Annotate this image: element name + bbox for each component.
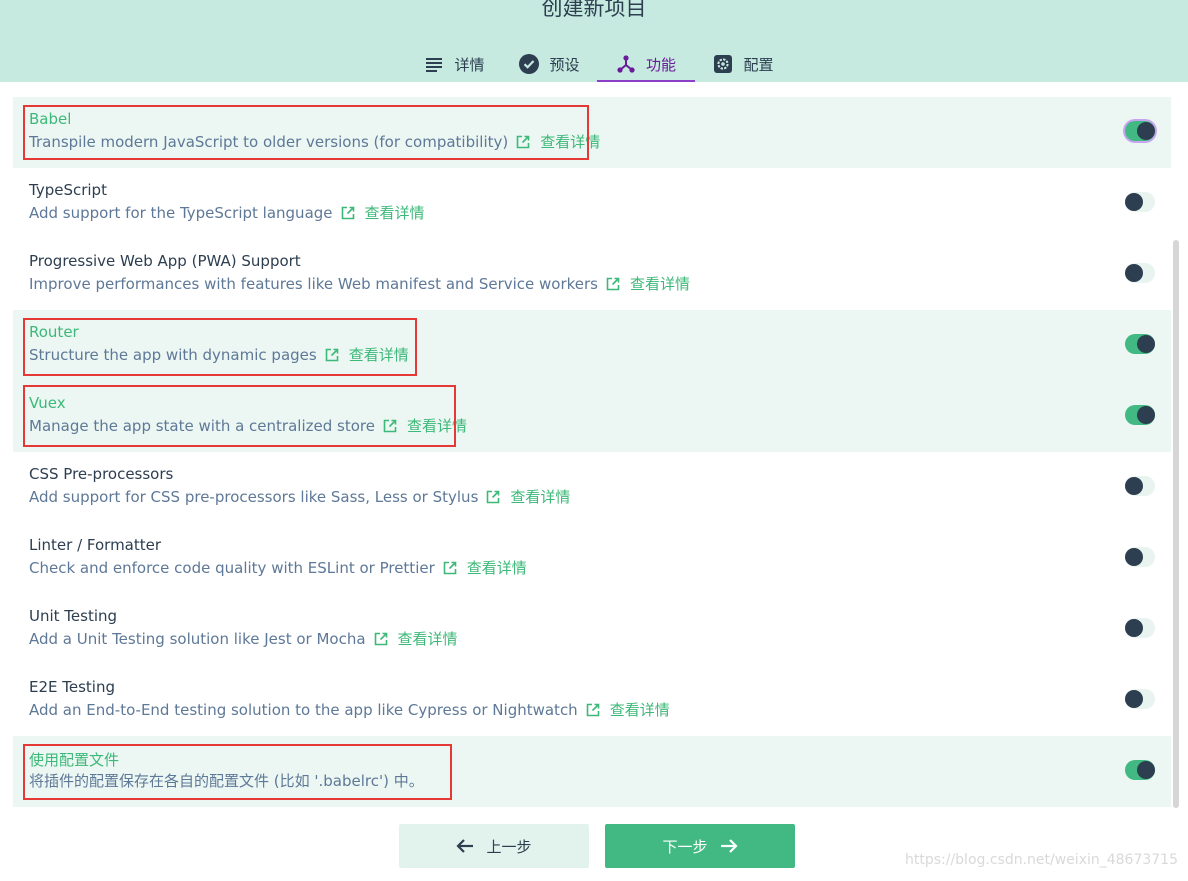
arrow-left-icon	[456, 839, 474, 853]
more-info-link[interactable]: 查看详情	[606, 273, 690, 294]
tab-details-label: 详情	[454, 55, 485, 74]
header: 创建新项目 详情 预设 功能 配置	[0, 0, 1188, 82]
more-info-label: 查看详情	[364, 204, 425, 222]
feature-description: Improve performances with features like …	[29, 273, 690, 294]
highlight-box	[23, 385, 456, 447]
more-info-label: 查看详情	[609, 701, 670, 719]
feature-list: Babel Transpile modern JavaScript to old…	[13, 97, 1171, 807]
previous-button[interactable]: 上一步	[399, 824, 589, 868]
feature-row[interactable]: Progressive Web App (PWA) Support Improv…	[13, 239, 1171, 310]
toggle-knob	[1125, 619, 1143, 637]
feature-toggle[interactable]	[1125, 334, 1155, 354]
feature-toggle[interactable]	[1125, 263, 1155, 283]
feature-toggle[interactable]	[1125, 547, 1155, 567]
external-link-icon	[443, 561, 457, 574]
more-info-link[interactable]: 查看详情	[486, 486, 570, 507]
highlight-box	[23, 105, 589, 160]
scrollbar-thumb[interactable]	[1173, 240, 1179, 808]
feature-name: Unit Testing	[29, 607, 118, 625]
toggle-knob	[1125, 264, 1143, 282]
more-info-link[interactable]: 查看详情	[341, 202, 425, 223]
more-info-link[interactable]: 查看详情	[374, 628, 458, 649]
feature-toggle[interactable]	[1125, 121, 1155, 141]
feature-description-text: Improve performances with features like …	[29, 274, 598, 293]
feature-row[interactable]: CSS Pre-processors Add support for CSS p…	[13, 452, 1171, 523]
feature-description-text: Add support for CSS pre-processors like …	[29, 487, 479, 506]
feature-description-text: Add support for the TypeScript language	[29, 203, 333, 222]
feature-description: Check and enforce code quality with ESLi…	[29, 557, 527, 578]
check-circle-icon	[519, 54, 540, 74]
tab-features-label: 功能	[645, 55, 676, 74]
feature-row[interactable]: Linter / Formatter Check and enforce cod…	[13, 523, 1171, 594]
feature-description: Add a Unit Testing solution like Jest or…	[29, 628, 458, 649]
feature-name: TypeScript	[29, 181, 107, 199]
feature-name: Progressive Web App (PWA) Support	[29, 252, 301, 270]
feature-toggle[interactable]	[1125, 760, 1155, 780]
feature-toggle[interactable]	[1125, 405, 1155, 425]
feature-name: E2E Testing	[29, 678, 116, 696]
next-button[interactable]: 下一步	[605, 824, 795, 868]
feature-description-text: Check and enforce code quality with ESLi…	[29, 558, 435, 577]
tab-config[interactable]: 配置	[695, 46, 792, 82]
toggle-knob	[1137, 122, 1155, 140]
arrow-right-icon	[720, 839, 738, 853]
feature-name: Linter / Formatter	[29, 536, 162, 554]
feature-description: Add support for CSS pre-processors like …	[29, 486, 570, 507]
toggle-knob	[1125, 477, 1143, 495]
toggle-knob	[1125, 193, 1143, 211]
tab-features[interactable]: 功能	[597, 46, 695, 82]
more-info-link[interactable]: 查看详情	[586, 699, 670, 720]
toggle-knob	[1137, 406, 1155, 424]
more-info-label: 查看详情	[397, 630, 458, 648]
page-title: 创建新项目	[541, 0, 647, 20]
toggle-knob	[1137, 761, 1155, 779]
more-info-link[interactable]: 查看详情	[443, 557, 527, 578]
feature-description: Add an End-to-End testing solution to th…	[29, 699, 670, 720]
more-info-label: 查看详情	[510, 488, 571, 506]
feature-description: Add support for the TypeScript language …	[29, 202, 425, 223]
tab-bar: 详情 预设 功能 配置	[407, 46, 792, 82]
highlight-box	[23, 744, 452, 800]
feature-row[interactable]: E2E Testing Add an End-to-End testing so…	[13, 665, 1171, 736]
external-link-icon	[606, 277, 620, 290]
list-icon	[424, 54, 444, 74]
feature-row[interactable]: Unit Testing Add a Unit Testing solution…	[13, 594, 1171, 665]
external-link-icon	[487, 490, 500, 503]
feature-toggle[interactable]	[1125, 689, 1155, 709]
feature-description-text: Add an End-to-End testing solution to th…	[29, 700, 578, 719]
settings-icon	[713, 54, 733, 74]
feature-toggle[interactable]	[1125, 618, 1155, 638]
feature-description-text: Add a Unit Testing solution like Jest or…	[29, 629, 366, 648]
toggle-knob	[1125, 548, 1143, 566]
external-link-icon	[374, 632, 387, 645]
more-info-label: 查看详情	[466, 559, 527, 577]
fork-icon	[616, 54, 636, 74]
tab-presets-label: 预设	[549, 55, 580, 74]
toggle-knob	[1137, 335, 1155, 353]
watermark: https://blog.csdn.net/weixin_48673715	[904, 852, 1178, 868]
toggle-knob	[1125, 690, 1143, 708]
next-button-label: 下一步	[662, 837, 708, 856]
more-info-label: 查看详情	[630, 275, 691, 293]
tab-config-label: 配置	[743, 55, 774, 74]
highlight-box	[23, 318, 417, 376]
feature-toggle[interactable]	[1125, 192, 1155, 212]
feature-name: CSS Pre-processors	[29, 465, 174, 483]
external-link-icon	[586, 703, 600, 716]
tab-presets[interactable]: 预设	[502, 46, 597, 82]
external-link-icon	[341, 206, 354, 219]
tab-details[interactable]: 详情	[407, 46, 502, 82]
feature-toggle[interactable]	[1125, 476, 1155, 496]
feature-row[interactable]: TypeScript Add support for the TypeScrip…	[13, 168, 1171, 239]
previous-button-label: 上一步	[486, 837, 532, 856]
